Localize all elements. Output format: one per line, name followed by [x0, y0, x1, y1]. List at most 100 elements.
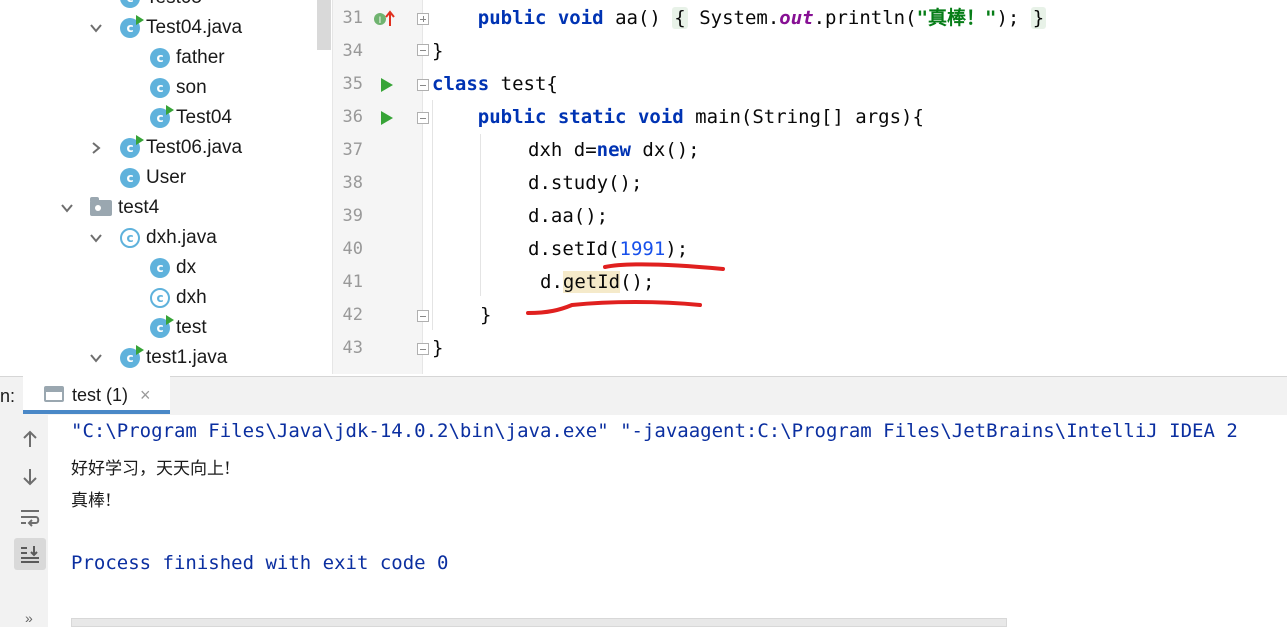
tree-item-label: son	[176, 77, 207, 98]
line-number: 41	[342, 272, 363, 292]
runnable-class-icon: c	[120, 15, 144, 38]
chevron-right-icon[interactable]	[89, 141, 103, 155]
scroll-up-button[interactable]	[14, 423, 46, 455]
scroll-to-end-icon	[21, 546, 39, 563]
runnable-class-icon: c	[150, 315, 174, 338]
keyword: public	[477, 7, 547, 29]
scroll-to-end-button[interactable]	[14, 538, 46, 570]
run-toolbar	[0, 415, 48, 627]
code-line-31[interactable]: public void aa() { System.out.println("真…	[432, 2, 1047, 35]
tree-item-test04[interactable]: c Test04	[150, 103, 232, 133]
code-text: System.	[699, 7, 780, 29]
tree-item-label: dxh	[176, 287, 207, 308]
chevron-down-icon[interactable]	[89, 351, 103, 365]
fold-collapse-icon[interactable]	[417, 44, 429, 56]
svg-text:I: I	[379, 16, 382, 26]
tree-item-label: test4	[118, 197, 160, 218]
tree-item-label: Test05	[146, 0, 202, 9]
fold-expand-icon[interactable]	[417, 13, 429, 25]
tree-item-label: father	[176, 47, 225, 68]
active-tab-indicator	[23, 410, 170, 414]
run-tab-label[interactable]: test (1)	[72, 385, 128, 406]
package-folder-icon	[90, 197, 112, 216]
chevron-down-icon[interactable]	[60, 201, 74, 215]
code-line-34[interactable]: }	[432, 35, 443, 68]
tree-item-label: Test04	[176, 107, 232, 128]
line-number: 35	[342, 74, 363, 94]
keyword: public	[477, 106, 547, 128]
string-literal: "真棒！"	[916, 7, 997, 29]
keyword: void	[637, 106, 684, 128]
class-c-icon: c	[150, 258, 170, 278]
tree-item-test05[interactable]: c Test05	[120, 0, 202, 13]
code-line-37[interactable]: dxh d=new dx();	[528, 134, 700, 167]
tree-item-test04-java[interactable]: c Test04.java	[120, 13, 242, 43]
tree-item-son[interactable]: c son	[150, 73, 207, 103]
console-exit-line: Process finished with exit code 0	[71, 552, 449, 574]
runnable-class-icon: c	[120, 135, 144, 158]
indent-guide	[432, 100, 433, 330]
console-output[interactable]	[48, 415, 1287, 627]
code-line-39[interactable]: d.aa();	[528, 200, 608, 233]
line-number: 38	[342, 173, 363, 193]
tree-item-label: test1.java	[146, 347, 228, 368]
class-c-icon: c	[120, 168, 140, 188]
code-line-43[interactable]: }	[432, 332, 443, 365]
tree-item-test06-java[interactable]: c Test06.java	[120, 133, 242, 163]
folded-brace[interactable]: {	[672, 7, 688, 29]
tree-item-father[interactable]: c father	[150, 43, 225, 73]
fold-collapse-icon[interactable]	[417, 343, 429, 355]
red-underline-annotation	[526, 262, 725, 315]
fold-collapse-icon[interactable]	[417, 112, 429, 124]
tree-item-label: dx	[176, 257, 197, 278]
close-icon[interactable]: ×	[140, 385, 151, 406]
override-implements-icon[interactable]: I	[373, 10, 395, 28]
fold-collapse-icon[interactable]	[417, 310, 429, 322]
code-line-35[interactable]: class test{	[432, 68, 558, 101]
run-triangle-icon[interactable]	[381, 78, 393, 92]
fold-collapse-icon[interactable]	[417, 79, 429, 91]
code-line-36[interactable]: public static void main(String[] args){	[432, 101, 924, 134]
run-tool-window-header	[0, 376, 1287, 415]
code-text: aa()	[615, 7, 661, 29]
tree-item-user[interactable]: c User	[120, 163, 186, 193]
tree-item-label: dxh.java	[146, 227, 217, 248]
more-actions-icon[interactable]: »	[25, 610, 33, 626]
folded-brace[interactable]: }	[1030, 7, 1047, 29]
tree-item-dxh-java[interactable]: c dxh.java	[120, 223, 217, 253]
tree-item-label: test	[176, 317, 207, 338]
arrow-up-icon	[23, 430, 37, 447]
class-c-icon: c	[150, 78, 170, 98]
scroll-down-button[interactable]	[14, 461, 46, 493]
arrow-down-icon	[23, 469, 37, 486]
tree-item-test[interactable]: c test	[150, 313, 207, 343]
tree-scrollbar[interactable]	[317, 0, 331, 50]
chevron-down-icon[interactable]	[89, 21, 103, 35]
code-line-38[interactable]: d.study();	[528, 167, 642, 200]
tree-item-test1-java[interactable]: c test1.java	[120, 343, 227, 373]
line-number: 40	[342, 239, 363, 259]
runnable-class-icon: c	[150, 105, 174, 128]
tree-item-dxh[interactable]: c dxh	[150, 283, 207, 313]
run-triangle-icon[interactable]	[381, 111, 393, 125]
line-number: 43	[342, 338, 363, 358]
tree-item-label: Test04.java	[146, 17, 243, 38]
runnable-class-icon: c	[120, 345, 144, 368]
class-c-icon: c	[150, 48, 170, 68]
abstract-class-icon: c	[150, 288, 170, 308]
console-horizontal-scrollbar[interactable]	[71, 618, 1007, 627]
code-line-42[interactable]: }	[480, 299, 491, 332]
tree-item-label: User	[146, 167, 187, 188]
keyword: class	[432, 73, 490, 95]
soft-wrap-icon	[21, 510, 40, 527]
keyword: new	[596, 139, 631, 161]
line-number: 36	[342, 107, 363, 127]
project-tree: c Test05 c Test04.java c father c son c …	[0, 0, 332, 374]
java-file-icon: c	[120, 228, 140, 248]
line-number: 34	[342, 41, 363, 61]
soft-wrap-button[interactable]	[14, 501, 46, 533]
tree-item-dx[interactable]: c dx	[150, 253, 196, 283]
chevron-down-icon[interactable]	[89, 231, 103, 245]
tree-item-test4-package[interactable]: test4	[90, 193, 159, 223]
code-text: test{	[489, 73, 558, 95]
